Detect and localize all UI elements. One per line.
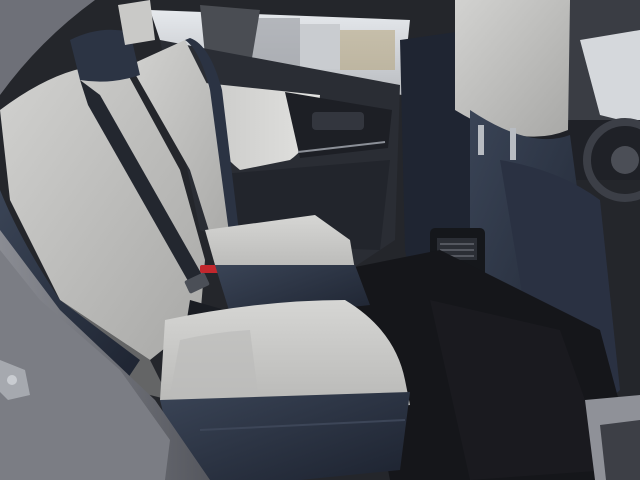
car-interior-photo <box>0 0 640 480</box>
window-switch <box>312 112 364 130</box>
headrest-post-right <box>510 128 516 160</box>
headrest-post-left <box>478 125 484 155</box>
photo-canvas <box>0 0 640 480</box>
